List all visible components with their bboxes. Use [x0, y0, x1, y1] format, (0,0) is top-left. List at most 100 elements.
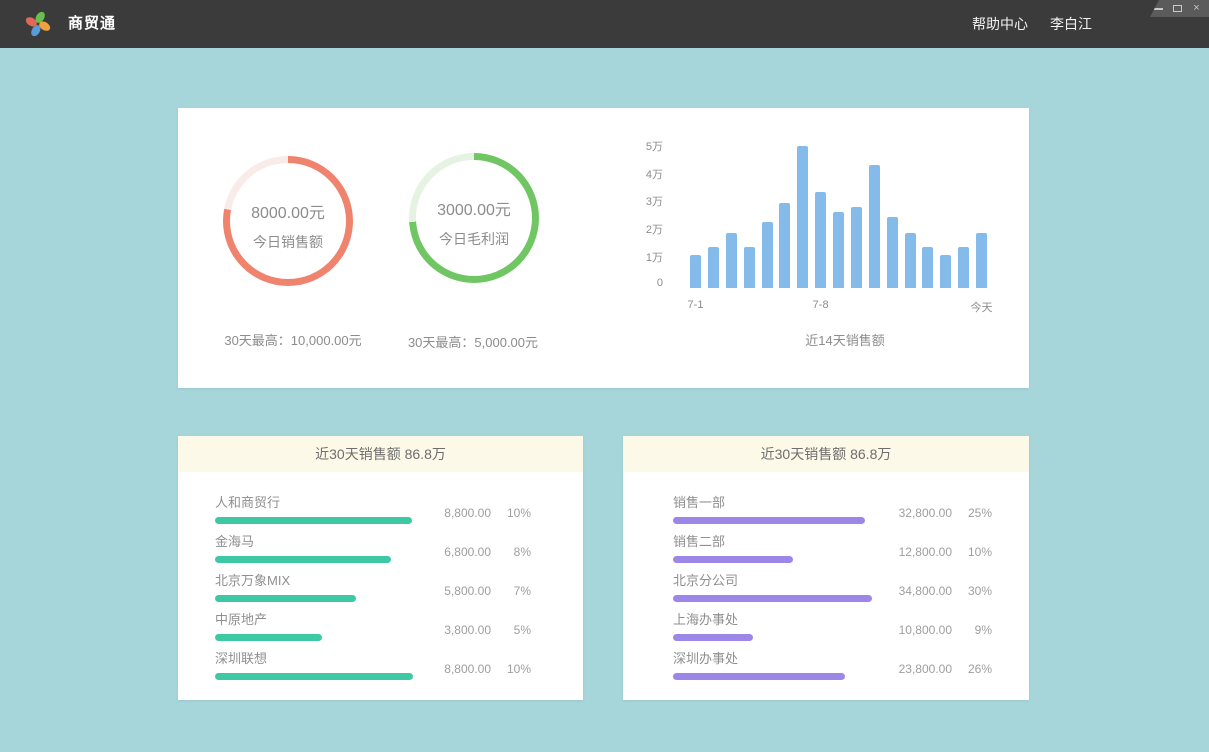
sales-bar [744, 247, 755, 288]
x-tick-label: 7-8 [791, 299, 851, 311]
rank-row-amount: 32,800.00 [872, 506, 952, 520]
rank-row-percent: 25% [952, 506, 992, 520]
profit-30day-max-caption: 30天最高：5,000.00元 [373, 332, 573, 351]
rank-row-percent: 9% [952, 623, 992, 637]
titlebar-right: 帮助中心 李白江 [972, 0, 1092, 48]
rank-row-amount: 6,800.00 [411, 545, 491, 559]
sales-chart-title: 近14天销售额 [745, 330, 945, 349]
sales-bar [976, 233, 987, 288]
rank-row-percent: 26% [952, 662, 992, 676]
rank-row-value: 12,800.0010% [872, 545, 992, 559]
today-profit-value: 3000.00元 [437, 196, 511, 220]
rank-row: 上海办事处10,800.009% [673, 609, 992, 636]
close-icon[interactable]: × [1191, 3, 1202, 14]
rank-row-value: 3,800.005% [411, 623, 531, 637]
department-rank-list: 销售一部32,800.0025% 销售二部12,800.0010% 北京分公司34,… [623, 472, 1029, 675]
rank-row-value: 23,800.0026% [872, 662, 992, 676]
sales-bar [779, 203, 790, 288]
overview-card: 8000.00元 今日销售额 30天最高：10,000.00元 3000.00元… [178, 108, 1029, 388]
rank-row-value: 8,800.0010% [411, 662, 531, 676]
rank-row-bar [673, 595, 872, 602]
sales-bar [869, 165, 880, 288]
rank-row-amount: 10,800.00 [872, 623, 952, 637]
rank-row-value: 34,800.0030% [872, 584, 992, 598]
help-center-link[interactable]: 帮助中心 [972, 14, 1028, 34]
sales-bar [762, 222, 773, 288]
sales-bar [708, 247, 719, 288]
titlebar: 商贸通 帮助中心 李白江 × [0, 0, 1209, 48]
rank-row-bar [673, 517, 865, 524]
sales-bar [922, 247, 933, 288]
rank-row: 北京万象MIX5,800.007% [215, 570, 531, 597]
rank-row-percent: 10% [491, 506, 531, 520]
rank-row-value: 6,800.008% [411, 545, 531, 559]
y-tick-label: 2万 [608, 221, 663, 237]
y-tick-label: 0 [608, 277, 663, 289]
sales-bar-chart [690, 146, 987, 288]
rank-row-bar [215, 517, 412, 524]
rank-row-amount: 34,800.00 [872, 584, 952, 598]
rank-row-bar [673, 634, 753, 641]
rank-row: 深圳办事处23,800.0026% [673, 648, 992, 675]
department-sales-rank-card: 近30天销售额 86.8万 销售一部32,800.0025% 销售二部12,800… [623, 436, 1029, 700]
x-tick-label: 今天 [952, 299, 1012, 315]
y-tick-label: 5万 [608, 138, 663, 154]
rank-row-bar [215, 556, 391, 563]
y-tick-label: 4万 [608, 166, 663, 182]
rank-row: 深圳联想8,800.0010% [215, 648, 531, 675]
rank-row-percent: 10% [491, 662, 531, 676]
rank-row: 销售一部32,800.0025% [673, 492, 992, 519]
maximize-icon[interactable] [1172, 3, 1183, 14]
rank-row-amount: 8,800.00 [411, 662, 491, 676]
rank-row-value: 10,800.009% [872, 623, 992, 637]
today-sales-label: 今日销售额 [253, 232, 323, 252]
rank-row: 人和商贸行8,800.0010% [215, 492, 531, 519]
department-rank-title: 近30天销售额 86.8万 [623, 436, 1029, 472]
customer-sales-rank-card: 近30天销售额 86.8万 人和商贸行8,800.0010%金海马6,800.0… [178, 436, 583, 700]
rank-row: 销售二部12,800.0010% [673, 531, 992, 558]
today-sales-donut: 8000.00元 今日销售额 [223, 156, 353, 286]
rank-row-bar [215, 634, 322, 641]
rank-row-percent: 5% [491, 623, 531, 637]
app-title: 商贸通 [68, 0, 116, 48]
today-profit-donut-center: 3000.00元 今日毛利润 [416, 160, 532, 276]
rank-row-bar [673, 673, 845, 680]
sales-bar [851, 207, 862, 288]
sales-bar [797, 146, 808, 288]
customer-rank-title: 近30天销售额 86.8万 [178, 436, 583, 472]
sales-bar [958, 247, 969, 288]
user-menu[interactable]: 李白江 [1050, 14, 1092, 34]
rank-row-amount: 5,800.00 [411, 584, 491, 598]
rank-row-amount: 8,800.00 [411, 506, 491, 520]
today-profit-label: 今日毛利润 [439, 229, 509, 249]
sales-30day-max-caption: 30天最高：10,000.00元 [193, 330, 393, 349]
rank-row-bar [673, 556, 793, 563]
rank-row-amount: 12,800.00 [872, 545, 952, 559]
customer-rank-list: 人和商贸行8,800.0010%金海马6,800.008%北京万象MIX5,80… [178, 472, 583, 675]
y-tick-label: 1万 [608, 249, 663, 265]
window-controls: × [1150, 0, 1209, 17]
app-logo-pinwheel-icon [24, 10, 52, 38]
sales-bar [815, 192, 826, 288]
y-tick-label: 3万 [608, 193, 663, 209]
rank-row-value: 8,800.0010% [411, 506, 531, 520]
sales-bar [833, 212, 844, 288]
rank-row-value: 32,800.0025% [872, 506, 992, 520]
today-sales-donut-center: 8000.00元 今日销售额 [230, 163, 346, 279]
rank-row-percent: 10% [952, 545, 992, 559]
sales-bar [690, 255, 701, 288]
rank-row-percent: 8% [491, 545, 531, 559]
rank-row-percent: 7% [491, 584, 531, 598]
sales-bar [726, 233, 737, 288]
sales-bar [887, 217, 898, 288]
rank-row-bar [215, 595, 356, 602]
rank-row-percent: 30% [952, 584, 992, 598]
rank-row-amount: 3,800.00 [411, 623, 491, 637]
sales-bar [940, 255, 951, 288]
x-tick-label: 7-1 [666, 299, 726, 311]
rank-row-amount: 23,800.00 [872, 662, 952, 676]
sales-bar [905, 233, 916, 288]
minimize-icon[interactable] [1153, 3, 1164, 14]
rank-row: 北京分公司34,800.0030% [673, 570, 992, 597]
today-sales-value: 8000.00元 [251, 199, 325, 223]
